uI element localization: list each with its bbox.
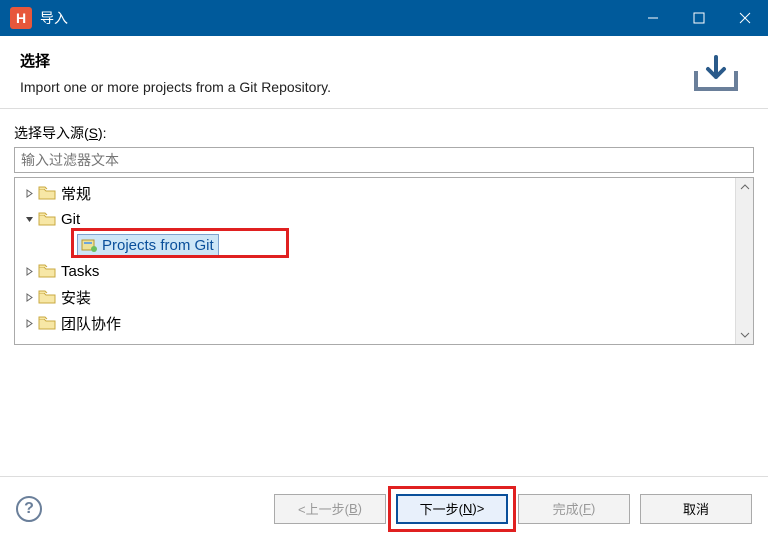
tree-item-general[interactable]: 常规 [15, 180, 735, 206]
maximize-button[interactable] [676, 0, 722, 36]
scroll-up-icon[interactable] [736, 178, 753, 196]
tree-label: Projects from Git [102, 237, 214, 254]
app-icon: H [10, 7, 32, 29]
tree-item-install[interactable]: 安装 [15, 284, 735, 310]
scrollbar[interactable] [735, 178, 753, 344]
tree-label: 团队协作 [61, 313, 121, 334]
folder-icon [37, 315, 57, 331]
body-panel: 选择导入源(S): 常规 Git Projects from Git [0, 109, 768, 345]
source-label: 选择导入源(S): [14, 123, 754, 143]
help-button[interactable]: ? [16, 496, 42, 522]
back-button: <上一步(B) [274, 494, 386, 524]
folder-icon [37, 263, 57, 279]
cancel-button[interactable]: 取消 [640, 494, 752, 524]
folder-icon [37, 211, 57, 227]
tree-label: 常规 [61, 183, 91, 204]
minimize-button[interactable] [630, 0, 676, 36]
expand-icon[interactable] [21, 293, 37, 302]
close-button[interactable] [722, 0, 768, 36]
import-icon [684, 50, 748, 98]
page-description: Import one or more projects from a Git R… [20, 79, 674, 95]
tree-item-tasks[interactable]: Tasks [15, 258, 735, 284]
scroll-down-icon[interactable] [736, 326, 753, 344]
source-tree[interactable]: 常规 Git Projects from Git Tasks [14, 177, 754, 345]
filter-input[interactable] [14, 147, 754, 173]
wizard-header: 选择 Import one or more projects from a Gi… [0, 36, 768, 109]
titlebar[interactable]: H 导入 [0, 0, 768, 36]
wizard-icon [80, 237, 98, 253]
expand-icon[interactable] [21, 319, 37, 328]
finish-button: 完成(F) [518, 494, 630, 524]
page-title: 选择 [20, 50, 674, 71]
tree-label: 安装 [61, 287, 91, 308]
tree-label: Tasks [61, 263, 99, 280]
tree-item-git[interactable]: Git [15, 206, 735, 232]
button-bar: ? <上一步(B) 下一步(N)> 完成(F) 取消 [0, 476, 768, 540]
tree-item-projects-from-git[interactable]: Projects from Git [15, 232, 735, 258]
collapse-icon[interactable] [21, 215, 37, 224]
expand-icon[interactable] [21, 189, 37, 198]
next-button[interactable]: 下一步(N)> [396, 494, 508, 524]
folder-icon [37, 185, 57, 201]
expand-icon[interactable] [21, 267, 37, 276]
tree-item-team[interactable]: 团队协作 [15, 310, 735, 336]
window-title: 导入 [40, 8, 630, 28]
folder-icon [37, 289, 57, 305]
tree-label: Git [61, 211, 80, 228]
